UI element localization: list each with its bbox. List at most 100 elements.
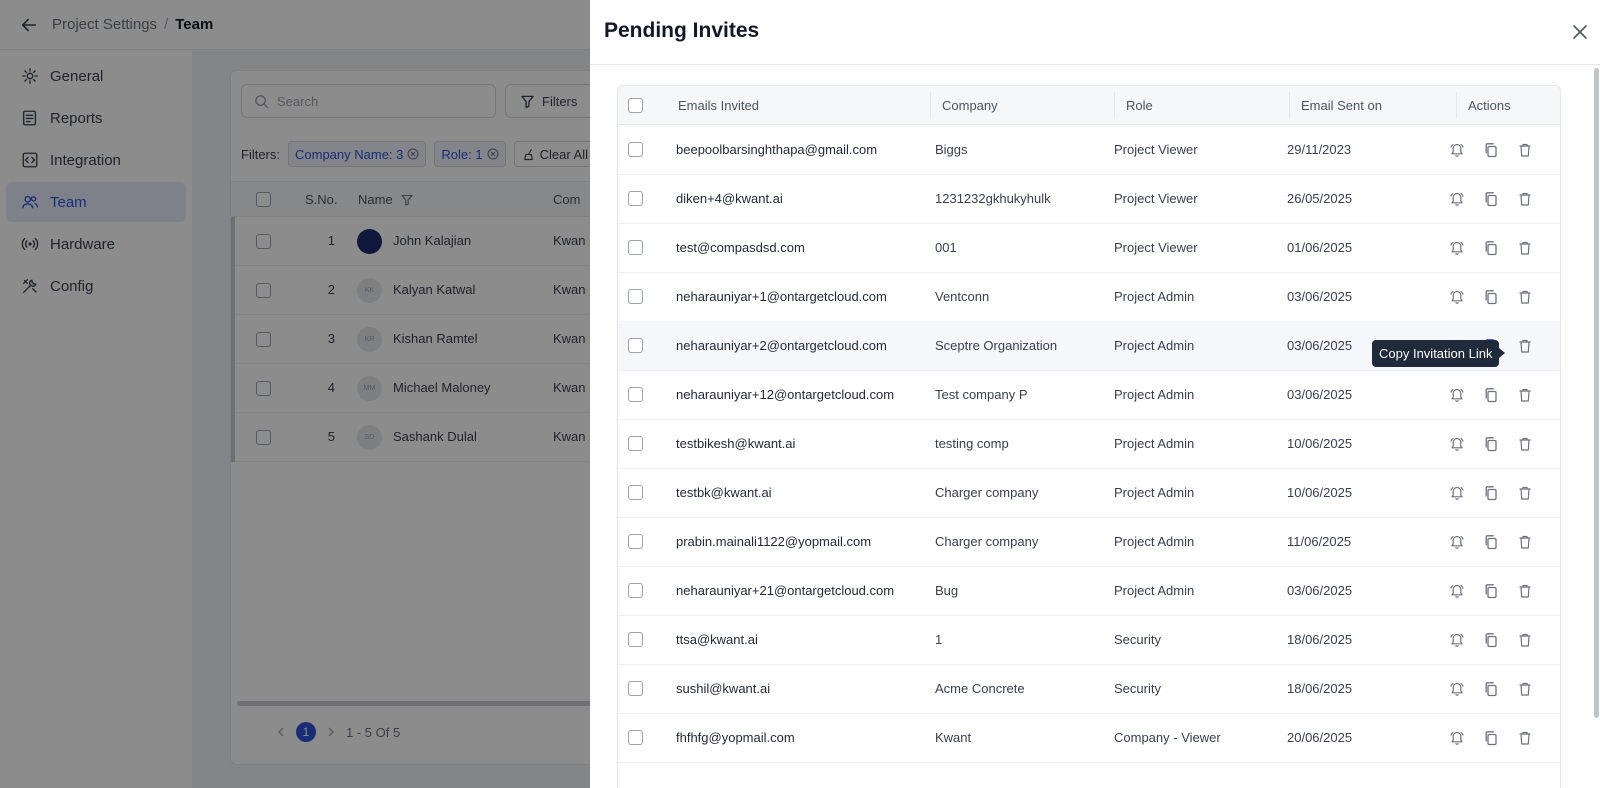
delete-icon[interactable] — [1517, 142, 1533, 158]
delete-icon[interactable] — [1517, 534, 1533, 550]
copy-link-icon[interactable] — [1483, 387, 1499, 403]
invite-email: diken+4@kwant.ai — [676, 191, 783, 206]
resend-bell-icon[interactable] — [1449, 387, 1465, 403]
resend-bell-icon[interactable] — [1449, 632, 1465, 648]
delete-icon[interactable] — [1517, 730, 1533, 746]
invites-table: Emails Invited Company Role Email Sent o… — [617, 85, 1561, 788]
invite-role: Security — [1114, 632, 1161, 647]
resend-bell-icon[interactable] — [1449, 485, 1465, 501]
copy-link-icon[interactable] — [1483, 191, 1499, 207]
resend-bell-icon[interactable] — [1449, 240, 1465, 256]
copy-link-icon[interactable] — [1483, 681, 1499, 697]
invite-company: Bug — [935, 583, 959, 598]
invite-row[interactable]: prabin.mainali1122@yopmail.com Charger co… — [618, 517, 1560, 567]
copy-link-icon[interactable] — [1483, 632, 1499, 648]
invite-company: 1231232gkhukyhulk — [935, 191, 1051, 206]
copy-link-icon[interactable] — [1483, 142, 1499, 158]
row-checkbox[interactable] — [628, 632, 643, 647]
delete-icon[interactable] — [1517, 387, 1533, 403]
invite-role: Project Admin — [1114, 436, 1195, 451]
pending-invites-drawer: Pending Invites Emails Invited Company R… — [590, 0, 1600, 788]
select-all-checkbox[interactable] — [628, 98, 643, 113]
invite-row[interactable]: testbk@kwant.ai Charger company Project Ad… — [618, 468, 1560, 518]
invite-row[interactable]: neharauniyar+1@ontargetcloud.com Ventconn… — [618, 272, 1560, 322]
column-actions: Actions — [1468, 98, 1511, 113]
invite-row[interactable]: testbikesh@kwant.ai testing comp Project A… — [618, 419, 1560, 469]
invite-company: Charger company — [935, 534, 1039, 549]
invite-row[interactable]: diken+4@kwant.ai 1231232gkhukyhulk Project… — [618, 174, 1560, 224]
column-role: Role — [1126, 98, 1153, 113]
delete-icon[interactable] — [1517, 485, 1533, 501]
invite-row[interactable]: ttsa@kwant.ai 1 Security 18/06/2025 — [618, 615, 1560, 665]
row-checkbox[interactable] — [628, 681, 643, 696]
invite-company: 001 — [935, 240, 957, 255]
row-checkbox[interactable] — [628, 583, 643, 598]
row-checkbox[interactable] — [628, 387, 643, 402]
resend-bell-icon[interactable] — [1449, 534, 1465, 550]
delete-icon[interactable] — [1517, 632, 1533, 648]
invite-company: Biggs — [935, 142, 968, 157]
resend-bell-icon[interactable] — [1449, 583, 1465, 599]
invite-sent-date: 18/06/2025 — [1287, 681, 1353, 696]
resend-bell-icon[interactable] — [1449, 681, 1465, 697]
delete-icon[interactable] — [1517, 583, 1533, 599]
copy-link-icon[interactable] — [1483, 289, 1499, 305]
invite-sent-date: 03/06/2025 — [1287, 583, 1353, 598]
invite-row[interactable]: test@compasdsd.com 001 Project Viewer 01/06… — [618, 223, 1560, 273]
invite-row[interactable]: neharauniyar+21@ontargetcloud.com Bug Proj… — [618, 566, 1560, 616]
column-divider — [1289, 92, 1290, 119]
invite-email: beepoolbarsinghthapa@gmail.com — [676, 142, 878, 157]
invite-row[interactable]: beepoolbarsinghthapa@gmail.com Biggs Proje… — [618, 125, 1560, 175]
column-company: Company — [942, 98, 998, 113]
row-checkbox[interactable] — [628, 338, 643, 353]
invite-row[interactable]: fhfhfg@yopmail.com Kwant Company - Viewer 2… — [618, 713, 1560, 763]
delete-icon[interactable] — [1517, 289, 1533, 305]
invite-sent-date: 26/05/2025 — [1287, 191, 1353, 206]
row-checkbox[interactable] — [628, 289, 643, 304]
row-checkbox[interactable] — [628, 436, 643, 451]
delete-icon[interactable] — [1517, 338, 1533, 354]
copy-link-icon[interactable] — [1483, 583, 1499, 599]
drawer-header: Pending Invites — [590, 0, 1600, 65]
row-checkbox[interactable] — [628, 191, 643, 206]
invite-role: Project Admin — [1114, 338, 1195, 353]
resend-bell-icon[interactable] — [1449, 289, 1465, 305]
invite-role: Project Admin — [1114, 289, 1195, 304]
invite-email: fhfhfg@yopmail.com — [676, 730, 795, 745]
invite-email: neharauniyar+2@ontargetcloud.com — [676, 338, 887, 353]
row-checkbox[interactable] — [628, 534, 643, 549]
delete-icon[interactable] — [1517, 436, 1533, 452]
copy-link-icon[interactable] — [1483, 240, 1499, 256]
row-checkbox[interactable] — [628, 142, 643, 157]
row-checkbox[interactable] — [628, 485, 643, 500]
invite-sent-date: 03/06/2025 — [1287, 387, 1353, 402]
invite-email: neharauniyar+21@ontargetcloud.com — [676, 583, 895, 598]
resend-bell-icon[interactable] — [1449, 730, 1465, 746]
delete-icon[interactable] — [1517, 681, 1533, 697]
resend-bell-icon[interactable] — [1449, 436, 1465, 452]
invite-row[interactable]: sushil@kwant.ai Acme Concrete Security 18/0… — [618, 664, 1560, 714]
copy-link-icon[interactable] — [1483, 730, 1499, 746]
vertical-scrollbar[interactable] — [1594, 68, 1599, 718]
invite-email: testbk@kwant.ai — [676, 485, 772, 500]
invite-sent-date: 10/06/2025 — [1287, 436, 1353, 451]
close-icon[interactable] — [1572, 24, 1588, 40]
invite-role: Project Admin — [1114, 387, 1195, 402]
invite-company: Kwant — [935, 730, 972, 745]
resend-bell-icon[interactable] — [1449, 142, 1465, 158]
row-checkbox[interactable] — [628, 730, 643, 745]
invite-email: ttsa@kwant.ai — [676, 632, 758, 647]
column-divider — [1114, 92, 1115, 119]
delete-icon[interactable] — [1517, 191, 1533, 207]
copy-link-icon[interactable] — [1483, 436, 1499, 452]
invite-row[interactable]: neharauniyar+12@ontargetcloud.com Test co… — [618, 370, 1560, 420]
copy-link-icon[interactable] — [1483, 534, 1499, 550]
invite-company: Charger company — [935, 485, 1039, 500]
drawer-title: Pending Invites — [604, 19, 760, 42]
delete-icon[interactable] — [1517, 240, 1533, 256]
invite-role: Project Admin — [1114, 583, 1195, 598]
resend-bell-icon[interactable] — [1449, 191, 1465, 207]
invite-email: sushil@kwant.ai — [676, 681, 771, 696]
copy-link-icon[interactable] — [1483, 485, 1499, 501]
row-checkbox[interactable] — [628, 240, 643, 255]
